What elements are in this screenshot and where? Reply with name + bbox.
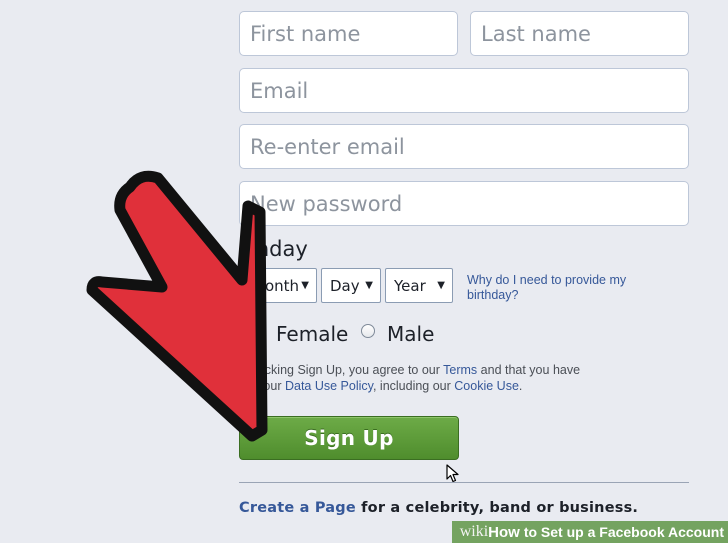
caret-down-icon: ▼ xyxy=(301,280,309,291)
first-name-input[interactable] xyxy=(239,11,458,56)
terms-line1-suffix: and that you have xyxy=(477,363,581,377)
email-input[interactable] xyxy=(239,68,689,113)
terms-line2-suffix: . xyxy=(518,379,523,393)
data-policy-link[interactable]: Data Use Policy xyxy=(285,379,373,393)
mouse-cursor-icon xyxy=(446,464,459,483)
female-radio[interactable] xyxy=(250,324,264,338)
create-page-text: Create a Page for a celebrity, band or b… xyxy=(239,500,638,516)
terms-link[interactable]: Terms xyxy=(443,363,477,377)
gender-male-option[interactable]: Male xyxy=(361,322,434,346)
last-name-input[interactable] xyxy=(470,11,689,56)
new-password-input[interactable] xyxy=(239,181,689,226)
reenter-email-input[interactable] xyxy=(239,124,689,169)
birthday-why-link[interactable]: Why do I need to provide my birthday? xyxy=(467,273,667,303)
birthday-label: rthday xyxy=(239,237,308,261)
watermark-how: How xyxy=(488,523,520,541)
birthday-year-select[interactable]: Year ▼ xyxy=(385,268,453,303)
sign-up-button[interactable]: Sign Up xyxy=(239,416,459,460)
birthday-day-value: Day xyxy=(330,276,360,295)
birthday-day-select[interactable]: Day ▼ xyxy=(321,268,381,303)
cookie-use-link[interactable]: Cookie Use xyxy=(454,379,519,393)
birthday-month-select[interactable]: Month ▼ xyxy=(243,268,317,303)
terms-line2-middle: , including our xyxy=(372,379,455,393)
birthday-year-value: Year xyxy=(394,276,426,295)
create-page-suffix: for a celebrity, band or business. xyxy=(355,500,639,516)
watermark-wiki: wiki xyxy=(459,523,489,540)
create-page-link[interactable]: Create a Page xyxy=(239,500,356,516)
male-radio[interactable] xyxy=(361,324,375,338)
terms-line1-prefix: clicking Sign Up, you agree to our xyxy=(253,363,444,377)
terms-text: clicking Sign Up, you agree to our Terms… xyxy=(253,362,613,394)
divider xyxy=(239,482,689,483)
caret-down-icon: ▼ xyxy=(437,280,445,291)
wikihow-watermark: wiki How to Set up a Facebook Account xyxy=(451,521,728,543)
gender-male-label: Male xyxy=(387,322,435,346)
birthday-month-value: Month xyxy=(252,276,300,295)
caret-down-icon: ▼ xyxy=(365,280,373,291)
terms-line2-prefix: d our xyxy=(253,379,285,393)
watermark-title: to Set up a Facebook Account xyxy=(523,524,724,540)
gender-female-option[interactable]: Female xyxy=(250,322,348,346)
gender-female-label: Female xyxy=(276,322,349,346)
